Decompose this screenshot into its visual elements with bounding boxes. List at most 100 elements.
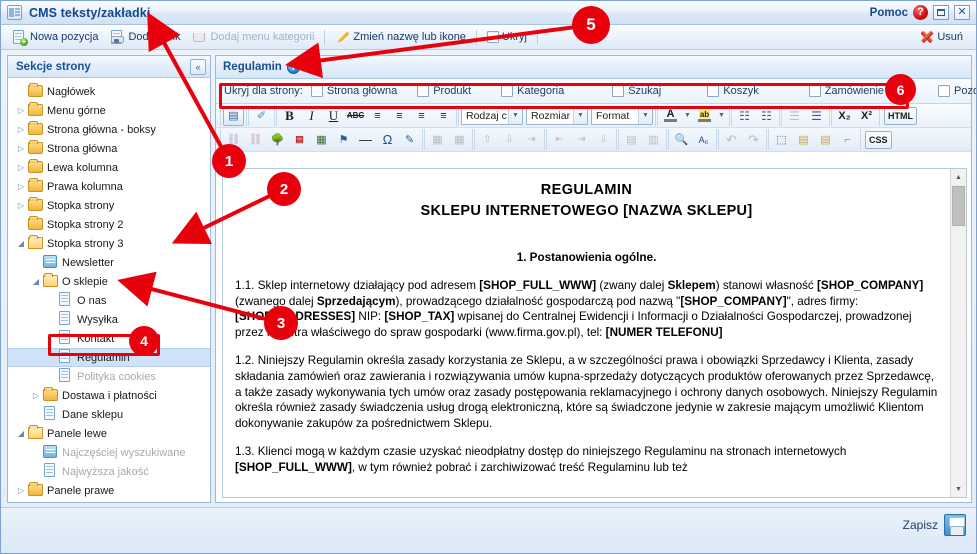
scrollbar-thumb[interactable]: [952, 186, 965, 226]
tree-item[interactable]: Polityka cookies: [8, 367, 210, 386]
find-icon[interactable]: 🔍: [671, 130, 692, 150]
checkbox-icon[interactable]: [938, 85, 951, 97]
tree-item[interactable]: Regulamin: [8, 348, 210, 367]
tree-expand-icon[interactable]: ◢: [14, 239, 28, 248]
checkbox-icon[interactable]: [486, 31, 499, 43]
tree-item[interactable]: ◢ O sklepie: [8, 272, 210, 291]
tree-item[interactable]: Kontakt: [8, 329, 210, 348]
section-tree[interactable]: Nagłówek ▷ Menu górne ▷ Strona główna - boks…: [8, 78, 210, 502]
tree-expand-icon[interactable]: ▷: [14, 182, 28, 191]
highlight-color-icon[interactable]: ab: [694, 106, 715, 126]
editor-scrollbar[interactable]: ▲ ▼: [950, 169, 966, 497]
highlight-dropdown-icon[interactable]: ▼: [716, 106, 727, 126]
info-icon[interactable]: i: [286, 60, 300, 74]
collapse-left-icon[interactable]: «: [190, 59, 206, 75]
subscript-icon[interactable]: X₂: [834, 106, 855, 126]
new-item-button[interactable]: + Nowa pozycja: [7, 27, 103, 47]
tree-item[interactable]: ◢ Stopka strony 3: [8, 234, 210, 253]
tree-item[interactable]: ▷ Prawa kolumna: [8, 177, 210, 196]
text-color-icon[interactable]: A: [660, 106, 681, 126]
checkbox-icon[interactable]: [310, 85, 323, 97]
tree-item[interactable]: ◢ Panele lewe: [8, 424, 210, 443]
bulleted-list-icon[interactable]: ☷: [734, 106, 755, 126]
numbered-list-icon[interactable]: ☷: [756, 106, 777, 126]
superscript-icon[interactable]: X²: [856, 106, 877, 126]
insert-pdf-icon[interactable]: ▤: [289, 130, 310, 150]
tree-expand-icon[interactable]: ▷: [14, 106, 28, 115]
help-question-icon[interactable]: ?: [913, 5, 928, 20]
copy-icon[interactable]: ▤: [793, 130, 814, 150]
align-left-icon[interactable]: ≡: [367, 106, 388, 126]
tree-item[interactable]: Dane sklepu: [8, 405, 210, 424]
italic-icon[interactable]: I: [301, 106, 322, 126]
checkbox-icon[interactable]: [808, 85, 821, 97]
color-dropdown-icon[interactable]: ▼: [682, 106, 693, 126]
align-center-icon[interactable]: ≡: [389, 106, 410, 126]
hide-option-7[interactable]: Pozostałe: [938, 85, 976, 97]
indent-icon[interactable]: ☰: [806, 106, 827, 126]
chevron-down-icon-3[interactable]: ▼: [638, 107, 652, 124]
tree-item[interactable]: ▷ Menu górne: [8, 101, 210, 120]
tree-item[interactable]: O nas: [8, 291, 210, 310]
tree-expand-icon[interactable]: ▷: [14, 201, 28, 210]
save-button[interactable]: Zapisz: [903, 514, 966, 536]
delete-button[interactable]: Usuń: [915, 27, 968, 47]
hide-option-2[interactable]: Produkt: [417, 85, 471, 97]
font-family-select[interactable]: Rodzaj c ▼: [461, 106, 523, 125]
cut-icon[interactable]: ⌐: [837, 130, 858, 150]
tree-expand-icon[interactable]: ▷: [29, 391, 43, 400]
format-select[interactable]: Format ▼: [591, 106, 653, 125]
tree-item[interactable]: ▷ Panele prawe: [8, 481, 210, 500]
hide-option-4[interactable]: Szukaj: [612, 85, 661, 97]
hide-option-5[interactable]: Koszyk: [707, 85, 759, 97]
html-source-button[interactable]: HTML: [884, 106, 917, 125]
bold-icon[interactable]: B: [279, 106, 300, 126]
tree-item[interactable]: Newsletter: [8, 253, 210, 272]
checkbox-icon[interactable]: [707, 85, 720, 97]
tree-expand-icon[interactable]: ▷: [14, 144, 28, 153]
chevron-down-icon-2[interactable]: ▼: [573, 107, 587, 124]
tree-item[interactable]: ▷ Strona główna - boksy: [8, 120, 210, 139]
hide-option-6[interactable]: Zamówienie: [808, 85, 884, 97]
css-source-button[interactable]: CSS: [865, 130, 892, 149]
source-view-icon[interactable]: ▤: [223, 105, 244, 126]
tree-item[interactable]: Wysyłka: [8, 310, 210, 329]
tree-expand-icon[interactable]: ◢: [29, 277, 43, 286]
eraser-icon[interactable]: ✐: [251, 106, 272, 126]
tree-item[interactable]: ▷ Strona główna: [8, 139, 210, 158]
tree-expand-icon[interactable]: ▷: [14, 125, 28, 134]
strikethrough-icon[interactable]: ABC: [345, 106, 366, 126]
underline-icon[interactable]: U: [323, 106, 344, 126]
select-all-icon[interactable]: ⬚: [771, 130, 792, 150]
paste-icon[interactable]: ▤: [815, 130, 836, 150]
horizontal-rule-icon[interactable]: —: [355, 130, 376, 150]
insert-form-icon[interactable]: ✎: [399, 130, 420, 150]
rename-or-icon-button[interactable]: Zmień nazwę lub ikonę: [330, 27, 471, 47]
replace-icon[interactable]: A₆: [693, 130, 714, 150]
tree-item[interactable]: ▷ Lewa kolumna: [8, 158, 210, 177]
insert-anchor-icon[interactable]: ⚑: [333, 130, 354, 150]
hide-option-3[interactable]: Kategoria: [501, 85, 564, 97]
checkbox-icon[interactable]: [417, 85, 430, 97]
insert-image-icon[interactable]: 🌳: [267, 130, 288, 150]
special-char-icon[interactable]: Ω: [377, 130, 398, 150]
font-size-select[interactable]: Rozmiar ▼: [526, 106, 588, 125]
restore-window-icon[interactable]: [933, 5, 949, 20]
align-right-icon[interactable]: ≡: [411, 106, 432, 126]
align-justify-icon[interactable]: ≡: [433, 106, 454, 126]
tree-item[interactable]: Najwyższa jakość: [8, 462, 210, 481]
tree-expand-icon[interactable]: ▷: [14, 163, 28, 172]
scroll-up-icon[interactable]: ▲: [951, 169, 967, 185]
insert-video-icon[interactable]: ▦: [311, 130, 332, 150]
tree-item[interactable]: Stopka strony 2: [8, 215, 210, 234]
tree-item[interactable]: Najczęściej wyszukiwane: [8, 443, 210, 462]
document-body[interactable]: REGULAMIN SKLEPU INTERNETOWEGO [NAZWA SK…: [223, 169, 950, 497]
tree-expand-icon[interactable]: ▷: [14, 486, 28, 495]
tree-item[interactable]: Nagłówek: [8, 82, 210, 101]
hide-option-1[interactable]: Strona główna: [310, 85, 397, 97]
scroll-down-icon[interactable]: ▼: [951, 481, 967, 497]
close-window-icon[interactable]: ✕: [954, 5, 970, 20]
tree-item[interactable]: ▷ Dostawa i płatności: [8, 386, 210, 405]
chevron-down-icon[interactable]: ▼: [508, 107, 522, 124]
tree-item[interactable]: ▷ Stopka strony: [8, 196, 210, 215]
